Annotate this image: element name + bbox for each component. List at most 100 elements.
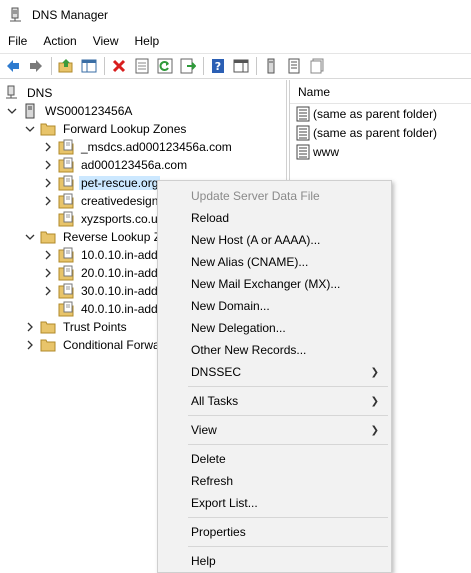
list-item-label: www	[313, 144, 339, 159]
toolbar-separator	[203, 57, 204, 75]
chevron-down-icon[interactable]	[6, 105, 18, 117]
menu-separator	[188, 386, 388, 387]
chevron-down-icon[interactable]	[24, 231, 36, 243]
tree-label: _msdcs.ad000123456a.com	[81, 140, 232, 154]
records-button[interactable]	[306, 55, 328, 77]
records-icon	[310, 58, 324, 74]
menu-item-new-alias[interactable]: New Alias (CNAME)...	[158, 251, 391, 273]
chevron-right-icon[interactable]	[42, 195, 54, 207]
menu-item-new-domain[interactable]: New Domain...	[158, 295, 391, 317]
tree-item-reverse-zone[interactable]: 20.0.10.in-add	[42, 264, 160, 282]
menu-item-view[interactable]: View ❯	[158, 419, 391, 441]
menu-item-export-list[interactable]: Export List...	[158, 492, 391, 514]
menu-item-new-host[interactable]: New Host (A or AAAA)...	[158, 229, 391, 251]
tree-label: Conditional Forwa	[63, 338, 160, 352]
tree-label: DNS	[27, 86, 53, 100]
tree-label: 10.0.10.in-add	[81, 248, 158, 262]
menu-action[interactable]: Action	[35, 34, 84, 48]
show-hide-tree-icon	[81, 59, 97, 73]
tree-item-zone[interactable]: _msdcs.ad000123456a.com	[42, 138, 234, 156]
zone-icon	[58, 301, 74, 317]
dns-app-icon	[10, 7, 21, 22]
menu-item-new-delegation[interactable]: New Delegation...	[158, 317, 391, 339]
zone-icon	[58, 247, 74, 263]
menu-item-help[interactable]: Help	[158, 550, 391, 572]
folder-icon	[40, 319, 56, 335]
menu-separator	[188, 415, 388, 416]
back-button[interactable]	[2, 55, 24, 77]
help-icon: ?	[212, 59, 224, 73]
zone-icon	[58, 265, 74, 281]
menu-separator	[188, 517, 388, 518]
menu-help[interactable]: Help	[127, 34, 168, 48]
zone-icon	[58, 175, 74, 191]
tree-item-reverse-zone[interactable]: 10.0.10.in-add	[42, 246, 160, 264]
column-header-name[interactable]: Name	[290, 80, 471, 104]
tree-label: 40.0.10.in-add	[81, 302, 158, 316]
tree-item-dns[interactable]: DNS	[4, 84, 54, 102]
toolbar: ?	[0, 53, 471, 79]
list-item[interactable]: (same as parent folder)	[290, 123, 471, 142]
tree-item-trust-points[interactable]: Trust Points	[24, 318, 129, 336]
menu-item-new-mail-exchanger[interactable]: New Mail Exchanger (MX)...	[158, 273, 391, 295]
chevron-right-icon[interactable]	[42, 249, 54, 261]
list-item-label: (same as parent folder)	[313, 106, 438, 121]
tree-item-zone[interactable]: ad000123456a.com	[42, 156, 189, 174]
record-icon	[296, 106, 310, 121]
show-hide-tree-button[interactable]	[78, 55, 100, 77]
tree-item-forward-lookup-zones[interactable]: Forward Lookup Zones	[24, 120, 188, 138]
record-icon	[296, 125, 310, 140]
tree-item-zone[interactable]: xyzsports.co.u	[58, 210, 160, 228]
list-item[interactable]: www	[290, 142, 471, 161]
chevron-right-icon[interactable]	[24, 321, 36, 333]
window-title: DNS Manager	[32, 8, 109, 22]
forward-button[interactable]	[25, 55, 47, 77]
menu-file[interactable]: File	[0, 34, 35, 48]
tree-item-zone-selected[interactable]: pet-rescue.org	[42, 174, 161, 192]
export-list-button[interactable]	[177, 55, 199, 77]
zone-list-button[interactable]	[283, 55, 305, 77]
tree-label: WS000123456A	[45, 104, 133, 118]
chevron-right-icon[interactable]	[24, 339, 36, 351]
chevron-right-icon[interactable]	[42, 267, 54, 279]
chevron-right-icon[interactable]	[42, 141, 54, 153]
menu-bar: File Action View Help	[0, 30, 471, 52]
menu-item-delete[interactable]: Delete	[158, 448, 391, 470]
tree-label: 30.0.10.in-add	[81, 284, 158, 298]
tree-label: Reverse Lookup Z	[63, 230, 162, 244]
folder-icon	[40, 337, 56, 353]
menu-item-other-new-records[interactable]: Other New Records...	[158, 339, 391, 361]
chevron-down-icon[interactable]	[24, 123, 36, 135]
list-item[interactable]: (same as parent folder)	[290, 104, 471, 123]
menu-item-properties[interactable]: Properties	[158, 521, 391, 543]
refresh-icon	[157, 58, 173, 74]
tree-item-reverse-lookup-zones[interactable]: Reverse Lookup Z	[24, 228, 163, 246]
tree-item-reverse-zone[interactable]: 30.0.10.in-add	[42, 282, 160, 300]
menu-item-reload[interactable]: Reload	[158, 207, 391, 229]
record-icon	[296, 144, 310, 159]
tree-item-reverse-zone[interactable]: 40.0.10.in-add	[58, 300, 160, 318]
list-item-label: (same as parent folder)	[313, 125, 438, 140]
delete-button[interactable]	[108, 55, 130, 77]
toolbar-separator	[256, 57, 257, 75]
menu-item-all-tasks[interactable]: All Tasks ❯	[158, 390, 391, 412]
chevron-right-icon[interactable]	[42, 177, 54, 189]
folder-icon	[40, 121, 56, 137]
properties-button[interactable]	[131, 55, 153, 77]
zone-list-icon	[288, 58, 300, 74]
help-button[interactable]: ?	[207, 55, 229, 77]
menu-item-dnssec[interactable]: DNSSEC ❯	[158, 361, 391, 383]
zone-icon	[58, 157, 74, 173]
menu-item-label: All Tasks	[191, 394, 239, 408]
server-button[interactable]	[260, 55, 282, 77]
tree-item-server[interactable]: WS000123456A	[6, 102, 134, 120]
chevron-right-icon[interactable]	[42, 159, 54, 171]
menu-item-refresh[interactable]: Refresh	[158, 470, 391, 492]
chevron-right-icon[interactable]	[42, 285, 54, 297]
refresh-button[interactable]	[154, 55, 176, 77]
up-one-level-button[interactable]	[55, 55, 77, 77]
tree-item-zone[interactable]: creativedesign	[42, 192, 160, 210]
show-action-pane-button[interactable]	[230, 55, 252, 77]
tree-item-conditional-forwarders[interactable]: Conditional Forwa	[24, 336, 162, 354]
menu-view[interactable]: View	[85, 34, 127, 48]
